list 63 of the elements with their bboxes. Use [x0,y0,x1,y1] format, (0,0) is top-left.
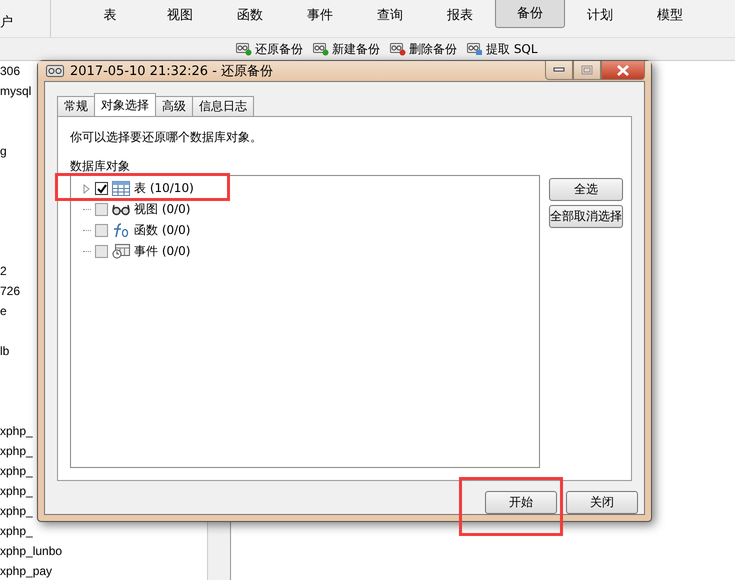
tree-item[interactable]: 函数 (0/0) [134,222,190,239]
sidebar-item[interactable]: 2 [0,261,7,281]
sidebar-item[interactable]: xphp_ [0,501,33,521]
backup-icon [236,42,252,56]
checkbox[interactable] [95,203,108,216]
close-icon [616,64,630,76]
expand-icon[interactable] [83,184,91,194]
sidebar-item[interactable]: xphp_ [0,421,33,441]
sidebar-item[interactable]: e [0,301,7,321]
sidebar-item[interactable]: xphp_ [0,461,33,481]
toolbar-button[interactable]: 计划 [565,0,635,30]
toolbar-button[interactable]: 报表 [425,0,495,30]
sidebar-item[interactable]: xphp_ [0,481,33,501]
toolbar-label: 户 [0,14,13,31]
tree-item[interactable]: 事件 (0/0) [134,243,190,260]
sidebar-item[interactable]: mysql [0,81,32,101]
sidebar-item[interactable]: g [0,141,7,161]
select-button[interactable]: 全选 [549,178,623,201]
backup-icon [313,42,329,56]
tab[interactable]: 对象选择 [94,93,156,116]
tree-item[interactable]: 表 (10/10) [134,180,194,197]
toolbar-button[interactable]: 模型 [635,0,705,30]
sidebar-item[interactable]: xphp_ [0,521,33,541]
description-text: 你可以选择要还原哪个数据库对象。 [70,129,263,146]
glasses-icon [112,202,130,217]
tree-item[interactable]: 视图 (0/0) [134,201,190,218]
function-icon [112,223,130,238]
tab[interactable]: 信息日志 [192,96,254,116]
tab[interactable]: 高级 [155,96,193,116]
toolbar-button[interactable]: 函数 [215,0,285,30]
minimize-button[interactable] [545,61,573,80]
action-button[interactable]: 新建备份 [311,40,382,58]
sidebar-item[interactable]: xphp_pay [0,561,52,580]
close-button[interactable] [601,61,645,80]
action-button[interactable]: 还原备份 [234,40,305,58]
action-button[interactable]: 提取 SQL [465,40,540,58]
dialog-button[interactable]: 关闭 [566,491,638,514]
backup-icon [467,42,483,56]
sidebar-item[interactable]: 306 [0,61,20,81]
checkbox[interactable] [95,182,108,195]
toolbar-button[interactable]: 查询 [355,0,425,30]
toolbar-button[interactable]: 事件 [285,0,355,30]
maximize-icon [581,65,593,75]
toolbar-button[interactable]: 备份 [495,0,565,28]
checkbox[interactable] [95,224,108,237]
sidebar-item[interactable]: 726 [0,281,20,301]
select-button[interactable]: 全部取消选择 [549,205,623,228]
toolbar-button[interactable]: 视图 [145,0,215,30]
backup-icon [46,65,64,77]
table-icon [112,181,130,196]
tree-label: 数据库对象 [70,158,131,175]
window-title: 2017-05-10 21:32:26 - 还原备份 [70,63,274,80]
dialog-button[interactable]: 开始 [485,491,557,514]
sidebar-item[interactable]: xphp_ [0,441,33,461]
minimize-icon [553,67,565,73]
backup-icon [390,42,406,56]
sidebar-item[interactable]: lb [0,341,10,361]
action-button[interactable]: 删除备份 [388,40,459,58]
calendar-clock-icon [112,244,130,259]
checkbox[interactable] [95,245,108,258]
toolbar-button[interactable]: 表 [75,0,145,30]
tab[interactable]: 常规 [57,96,95,116]
sidebar-item[interactable]: xphp_lunbo [0,541,62,561]
